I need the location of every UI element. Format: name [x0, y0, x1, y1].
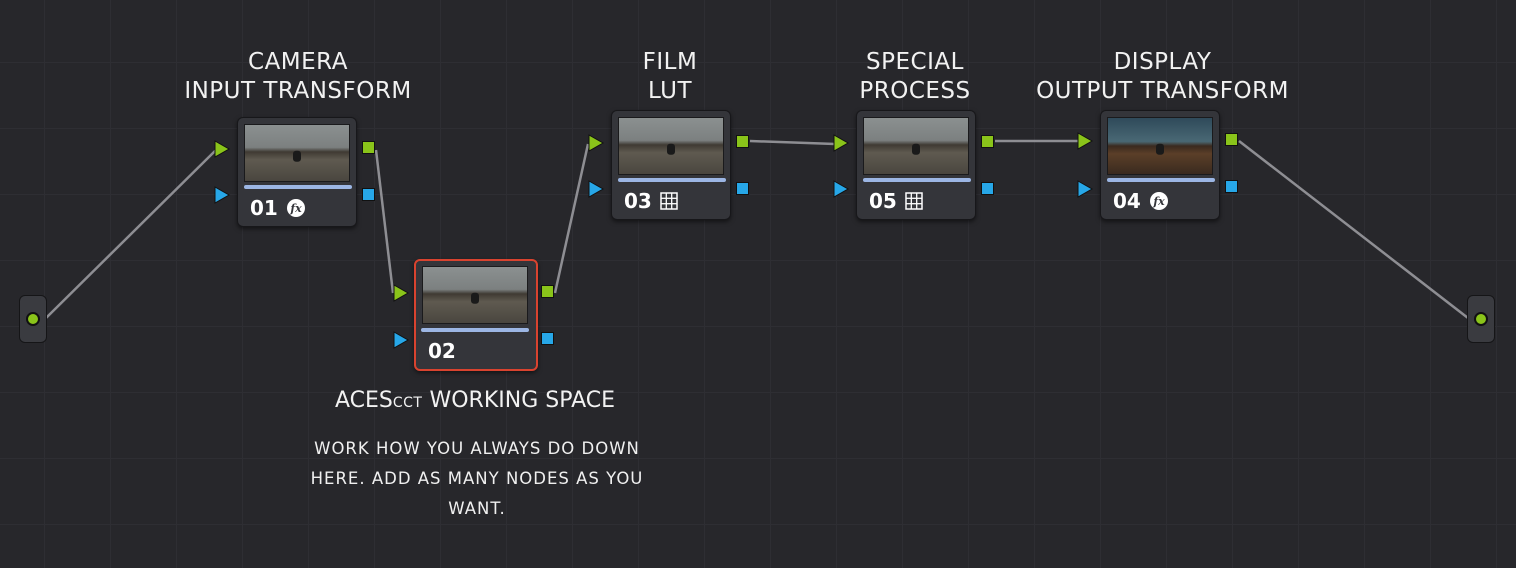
- wire-source-to-01: [45, 149, 217, 319]
- node-04-key-output[interactable]: [1225, 180, 1238, 193]
- wire-04-to-output: [1238, 140, 1469, 319]
- node-03-key-input[interactable]: [588, 180, 604, 198]
- wire-03-to-05: [749, 139, 836, 146]
- node-number: 01: [250, 196, 278, 220]
- node-status-bar: [1107, 178, 1215, 182]
- title-main: ACES: [334, 388, 393, 413]
- node-number: 05: [869, 189, 897, 213]
- camera-input-transform-label: CAMERA INPUT TRANSFORM: [184, 49, 412, 104]
- output-input-dot[interactable]: [1474, 312, 1488, 326]
- node-03[interactable]: 03: [611, 110, 731, 220]
- node-04-key-input[interactable]: [1077, 180, 1093, 198]
- title-small: CCT: [392, 395, 423, 411]
- node-02[interactable]: 02: [414, 259, 538, 371]
- node-04-rgb-input[interactable]: [1077, 132, 1093, 150]
- node-05-key-output[interactable]: [981, 182, 994, 195]
- svg-text:fx: fx: [1152, 195, 1165, 208]
- node-thumbnail: [863, 117, 969, 175]
- title-rest: WORKING SPACE: [422, 388, 615, 413]
- display-output-transform-label: DISPLAY OUTPUT TRANSFORM: [1036, 49, 1289, 104]
- node-05[interactable]: 05: [856, 110, 976, 220]
- node-number: 04: [1113, 189, 1141, 213]
- working-space-description: WORK HOW YOU ALWAYS DO DOWN HERE. ADD AS…: [310, 439, 644, 518]
- node-01-rgb-input[interactable]: [214, 140, 230, 158]
- node-number: 03: [624, 189, 652, 213]
- node-thumbnail: [244, 124, 350, 182]
- node-03-rgb-output[interactable]: [736, 135, 749, 148]
- node-number: 02: [428, 339, 456, 363]
- node-05-rgb-output[interactable]: [981, 135, 994, 148]
- source-output-dot[interactable]: [26, 312, 40, 326]
- node-status-bar: [618, 178, 726, 182]
- fx-icon: fx: [287, 199, 305, 217]
- node-status-bar: [244, 185, 352, 189]
- node-01[interactable]: 01 fx: [237, 117, 357, 227]
- node-02-rgb-output[interactable]: [541, 285, 554, 298]
- special-process-label: SPECIAL PROCESS: [859, 49, 971, 104]
- svg-text:fx: fx: [289, 202, 302, 215]
- film-lut-label: FILM LUT: [642, 49, 698, 104]
- node-02-rgb-input[interactable]: [393, 284, 409, 302]
- node-05-rgb-input[interactable]: [833, 134, 849, 152]
- node-02-key-input[interactable]: [393, 331, 409, 349]
- node-02-key-output[interactable]: [541, 332, 554, 345]
- timeline-output-endpoint[interactable]: [1467, 295, 1495, 343]
- lut-grid-icon: [660, 192, 678, 210]
- node-01-key-output[interactable]: [362, 188, 375, 201]
- node-01-key-input[interactable]: [214, 186, 230, 204]
- node-04[interactable]: 04 fx: [1100, 110, 1220, 220]
- node-thumbnail: [422, 266, 528, 324]
- node-thumbnail: [1107, 117, 1213, 175]
- node-05-key-input[interactable]: [833, 180, 849, 198]
- source-input-endpoint[interactable]: [19, 295, 47, 343]
- node-status-bar: [421, 328, 529, 332]
- working-space-title: ACESCCT WORKING SPACE: [300, 388, 650, 413]
- node-03-key-output[interactable]: [736, 182, 749, 195]
- node-03-rgb-input[interactable]: [588, 134, 604, 152]
- lut-grid-icon: [905, 192, 923, 210]
- wire-01-to-02: [374, 149, 395, 294]
- fx-icon: fx: [1150, 192, 1168, 210]
- node-status-bar: [863, 178, 971, 182]
- node-01-rgb-output[interactable]: [362, 141, 375, 154]
- node-04-rgb-output[interactable]: [1225, 133, 1238, 146]
- wire-02-to-03: [553, 143, 590, 294]
- node-thumbnail: [618, 117, 724, 175]
